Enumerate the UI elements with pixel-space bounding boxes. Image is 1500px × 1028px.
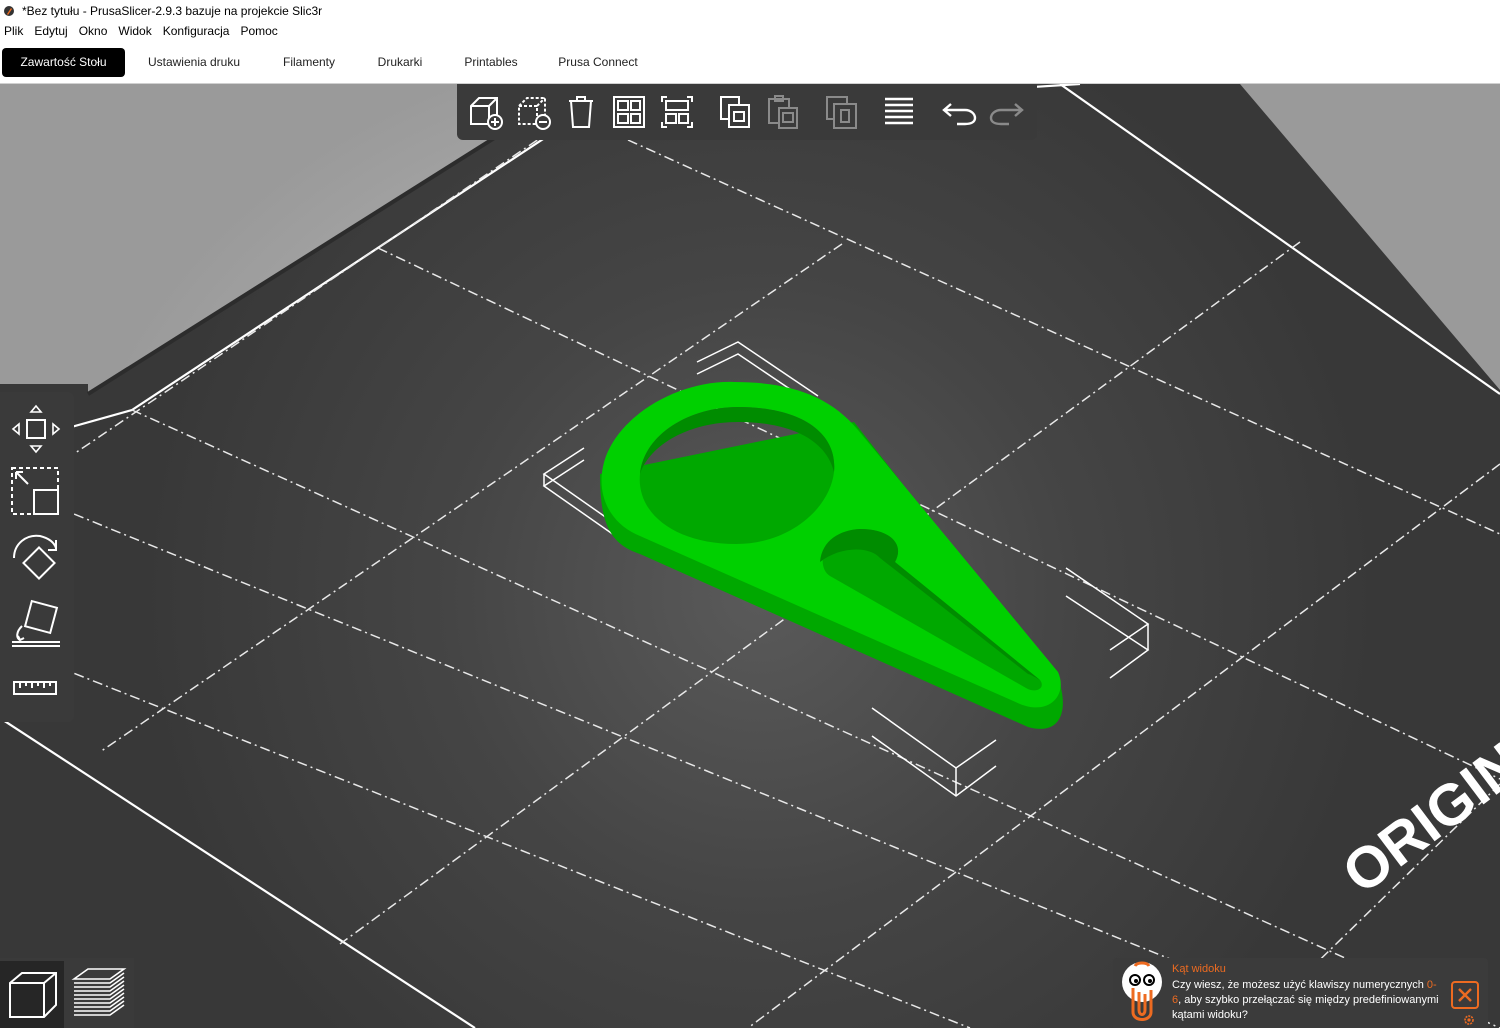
3d-scene[interactable]: ORIGINAL Kąt widoku Czy wiesz, że możesz… <box>0 84 1500 1028</box>
hint-body-text: Czy wiesz, że możesz użyć klawiszy numer… <box>1172 979 1427 991</box>
hint-title: Kąt widoku <box>1172 963 1226 975</box>
arrange-icon <box>613 96 645 128</box>
delete-all-button[interactable] <box>561 92 601 132</box>
print-bed: ORIGINAL <box>0 84 1500 1028</box>
measure-icon <box>13 681 57 695</box>
tab-print-settings[interactable]: Ustawienia druku <box>134 48 254 77</box>
menu-help[interactable]: Pomoc <box>236 24 284 38</box>
copy-button[interactable] <box>715 92 755 132</box>
delete-icon <box>518 97 551 130</box>
preview-icon <box>71 968 127 1016</box>
menu-view[interactable]: Widok <box>114 24 158 38</box>
view-toggle <box>0 958 134 1028</box>
undo-icon <box>942 103 977 126</box>
tab-plater[interactable]: Zawartość Stołu <box>2 48 125 77</box>
add-button[interactable] <box>465 92 505 132</box>
scale-icon <box>11 467 59 515</box>
redo-button[interactable] <box>987 92 1027 132</box>
hint-body-text-end: , aby szybko przełączać się między prede… <box>1172 994 1439 1021</box>
menu-bar: Plik Edytuj Okno Widok Konfiguracja Pomo… <box>0 21 1500 41</box>
arrange-selection-icon <box>661 96 693 128</box>
paste-icon <box>768 95 798 129</box>
hint-mascot-icon <box>1122 961 1162 1021</box>
title-bar: *Bez tytułu - PrusaSlicer-2.9.3 bazuje n… <box>0 0 1500 22</box>
tab-bar: Zawartość Stołu Ustawienia druku Filamen… <box>0 41 1500 114</box>
place-on-face-icon <box>12 599 60 647</box>
measure-button[interactable] <box>8 662 64 718</box>
scale-button[interactable] <box>8 464 64 520</box>
gear-icon[interactable] <box>1463 1014 1475 1026</box>
left-toolbar <box>0 392 74 722</box>
copy-icon <box>720 96 750 128</box>
tab-printables[interactable]: Printables <box>452 48 530 77</box>
hint-body: Czy wiesz, że możesz użyć klawiszy numer… <box>1172 978 1442 1023</box>
preview-button[interactable] <box>66 961 134 1028</box>
arrange-button[interactable] <box>609 92 649 132</box>
move-button[interactable] <box>8 400 64 456</box>
layers-editing-icon <box>885 97 913 125</box>
layers-editing-button[interactable] <box>879 92 919 132</box>
place-on-face-button[interactable] <box>8 596 64 652</box>
rotate-button[interactable] <box>8 530 64 586</box>
menu-configuration[interactable]: Konfiguracja <box>159 24 237 38</box>
prusaslicer-logo-icon <box>4 5 14 16</box>
menu-file[interactable]: Plik <box>0 24 30 38</box>
rotate-icon <box>13 534 57 580</box>
undo-button[interactable] <box>939 92 979 132</box>
instance-icon <box>826 96 857 129</box>
paste-button[interactable] <box>763 92 803 132</box>
redo-icon <box>989 103 1024 126</box>
3d-view-icon <box>9 972 57 1018</box>
hint-notification: Kąt widoku Czy wiesz, że możesz użyć kla… <box>1113 958 1488 1028</box>
delete-button[interactable] <box>513 92 553 132</box>
top-toolbar <box>457 84 1037 140</box>
tab-filaments[interactable]: Filamenty <box>270 48 348 77</box>
tab-printers[interactable]: Drukarki <box>366 48 434 77</box>
menu-window[interactable]: Okno <box>75 24 115 38</box>
arrange-selection-button[interactable] <box>657 92 697 132</box>
close-icon[interactable] <box>1451 981 1479 1009</box>
3d-view-button[interactable] <box>0 961 64 1028</box>
move-icon <box>11 404 61 454</box>
instance-button[interactable] <box>821 92 861 132</box>
delete-all-icon <box>569 96 593 128</box>
window-title: *Bez tytułu - PrusaSlicer-2.9.3 bazuje n… <box>22 3 323 18</box>
tab-prusa-connect[interactable]: Prusa Connect <box>548 48 648 77</box>
menu-edit[interactable]: Edytuj <box>30 24 74 38</box>
add-icon <box>470 97 503 130</box>
